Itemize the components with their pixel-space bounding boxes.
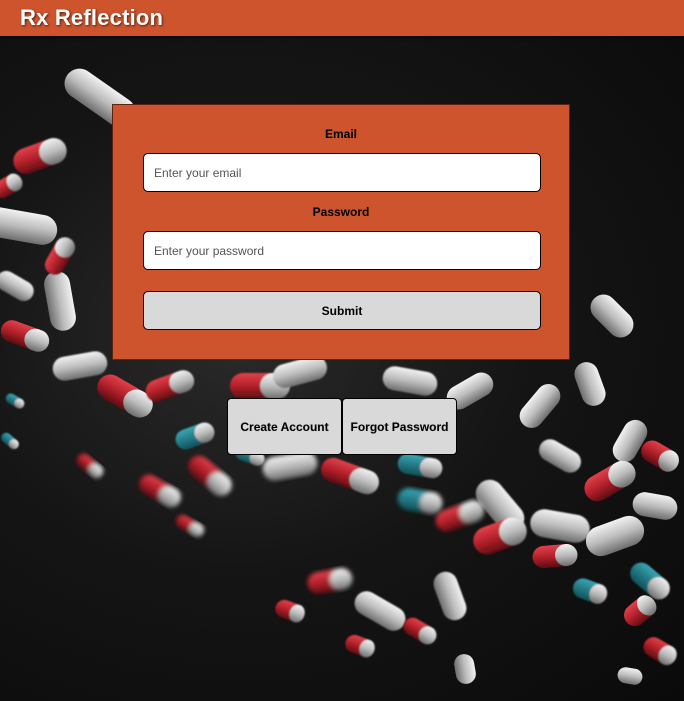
pill-capsule (321, 457, 379, 495)
forgot-password-button[interactable]: Forgot Password (342, 398, 457, 455)
pill-capsule (44, 271, 76, 331)
pill-capsule (397, 453, 443, 479)
pill-capsule (539, 439, 581, 473)
pill-capsule (175, 422, 215, 450)
pill-capsule (0, 320, 50, 352)
submit-button[interactable]: Submit (143, 291, 541, 330)
pill-capsule (354, 591, 406, 631)
pill-capsule (403, 617, 437, 645)
pill-capsule (454, 654, 476, 684)
pill-capsule (617, 667, 643, 685)
pill-capsule (52, 351, 108, 381)
create-account-button[interactable]: Create Account (227, 398, 342, 455)
password-label: Password (312, 205, 370, 219)
pill-capsule (1, 432, 19, 450)
pill-capsule (641, 440, 679, 472)
email-input[interactable] (143, 153, 541, 192)
pill-capsule (0, 207, 58, 245)
pill-capsule (145, 370, 195, 402)
pill-capsule (643, 637, 677, 666)
pill-capsule (574, 362, 606, 406)
login-form: Email Password Submit (112, 104, 570, 360)
pill-capsule (590, 294, 634, 338)
pill-capsule (530, 509, 590, 543)
pill-capsule (307, 568, 353, 594)
pill-capsule (433, 571, 467, 621)
pill-capsule (13, 138, 67, 174)
pill-capsule (519, 384, 561, 428)
app-title: Rx Reflection (20, 5, 164, 30)
pill-capsule (632, 492, 678, 520)
pill-capsule (0, 173, 23, 198)
pill-capsule (76, 453, 104, 479)
pill-capsule (382, 366, 438, 396)
email-label: Email (324, 127, 357, 141)
password-input[interactable] (143, 231, 541, 270)
pill-capsule (139, 474, 181, 508)
pill-capsule (572, 578, 608, 604)
pill-capsule (532, 543, 578, 569)
pill-capsule (397, 488, 443, 514)
pill-capsule (585, 515, 645, 557)
top-bar: Rx Reflection (0, 0, 684, 36)
pill-capsule (275, 599, 305, 623)
pill-capsule (584, 460, 636, 502)
pill-capsule (176, 515, 204, 537)
pill-capsule (5, 393, 25, 409)
pill-capsule (188, 456, 232, 496)
pill-capsule (345, 634, 375, 658)
pill-capsule (0, 271, 34, 301)
